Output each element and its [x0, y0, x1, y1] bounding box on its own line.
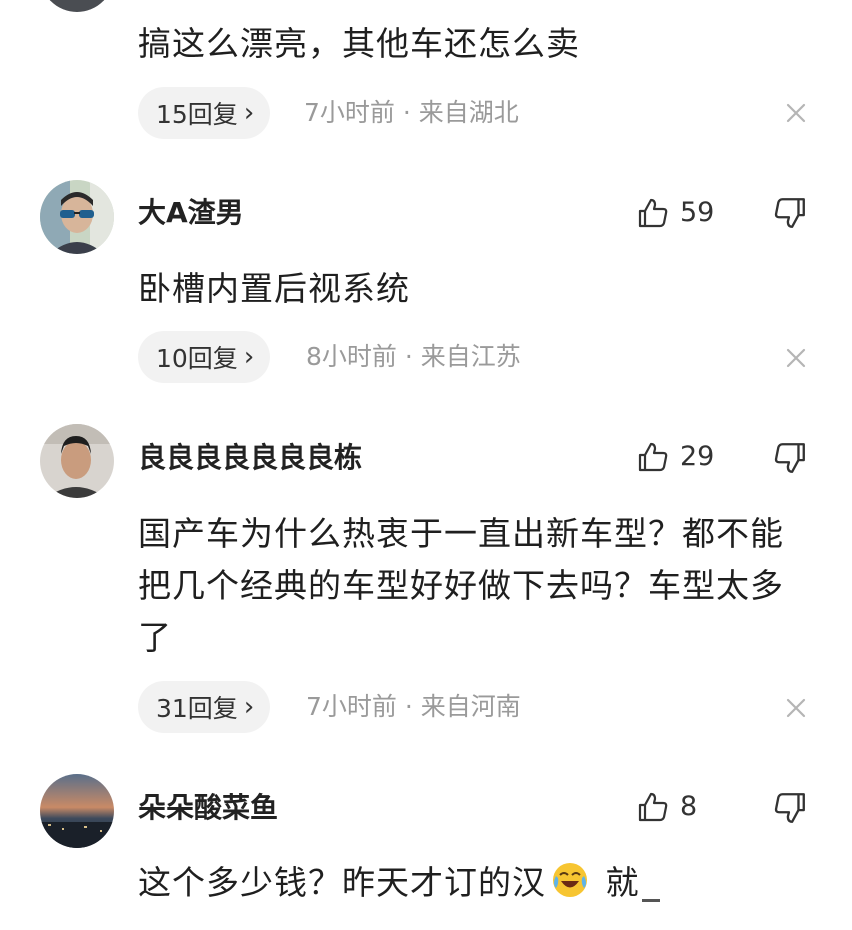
comment-feed: 搞这么漂亮，其他车还怎么卖 15回复 › 7小时前 · 来自湖北 大A渣男 59 — [0, 0, 852, 930]
reply-count: 15回复 — [156, 100, 238, 129]
comment-text-part: 就 — [594, 863, 640, 902]
reply-count: 10回复 — [156, 344, 238, 373]
thumbs-up-icon — [638, 442, 668, 472]
comment-meta: 7小时前 · 来自湖北 — [304, 98, 519, 127]
like-button[interactable]: 29 — [636, 437, 714, 477]
like-button[interactable]: 8 — [636, 787, 697, 827]
comment-text: 国产车为什么热衷于一直出新车型？都不能把几个经典的车型好好做下去吗？车型太多了 — [138, 514, 784, 657]
comment-text: 卧槽内置后视系统 — [138, 269, 410, 308]
chevron-right-icon: › — [243, 342, 255, 372]
avatar[interactable] — [40, 180, 114, 254]
like-button[interactable]: 59 — [636, 193, 714, 233]
crying-laughing-emoji — [553, 863, 587, 897]
comment-meta: 8小时前 · 来自江苏 — [306, 342, 521, 371]
username[interactable]: 朵朵酸菜鱼 — [138, 790, 278, 826]
like-count: 8 — [680, 791, 698, 822]
avatar[interactable] — [40, 424, 114, 498]
thumbs-up-icon — [638, 792, 668, 822]
comment-meta: 7小时前 · 来自河南 — [306, 692, 521, 721]
reply-button[interactable]: 31回复 › — [138, 681, 271, 733]
close-icon[interactable] — [784, 696, 808, 720]
reply-button[interactable]: 15回复 › — [138, 87, 271, 139]
reply-count: 31回复 — [156, 694, 238, 723]
text-cursor — [641, 899, 660, 902]
comment-text: 这个多少钱？昨天才订的汉 就 — [138, 857, 818, 909]
chevron-right-icon: › — [243, 692, 255, 722]
comment-text: 搞这么漂亮，其他车还怎么卖 — [138, 24, 580, 63]
close-icon[interactable] — [784, 101, 808, 125]
like-count: 59 — [680, 197, 715, 228]
chevron-right-icon: › — [243, 98, 255, 128]
username[interactable]: 良良良良良良良栋 — [138, 440, 362, 476]
avatar[interactable] — [40, 774, 114, 848]
comment-text-part: 这个多少钱？昨天才订的汉 — [138, 863, 546, 902]
close-icon[interactable] — [784, 346, 808, 370]
thumbs-down-icon[interactable] — [772, 440, 808, 476]
reply-button[interactable]: 10回复 › — [138, 331, 271, 383]
thumbs-up-icon — [638, 198, 668, 228]
like-count: 29 — [680, 441, 715, 472]
thumbs-down-icon[interactable] — [772, 195, 808, 231]
thumbs-down-icon[interactable] — [772, 790, 808, 826]
username[interactable]: 大A渣男 — [138, 195, 244, 231]
avatar[interactable] — [40, 0, 114, 12]
